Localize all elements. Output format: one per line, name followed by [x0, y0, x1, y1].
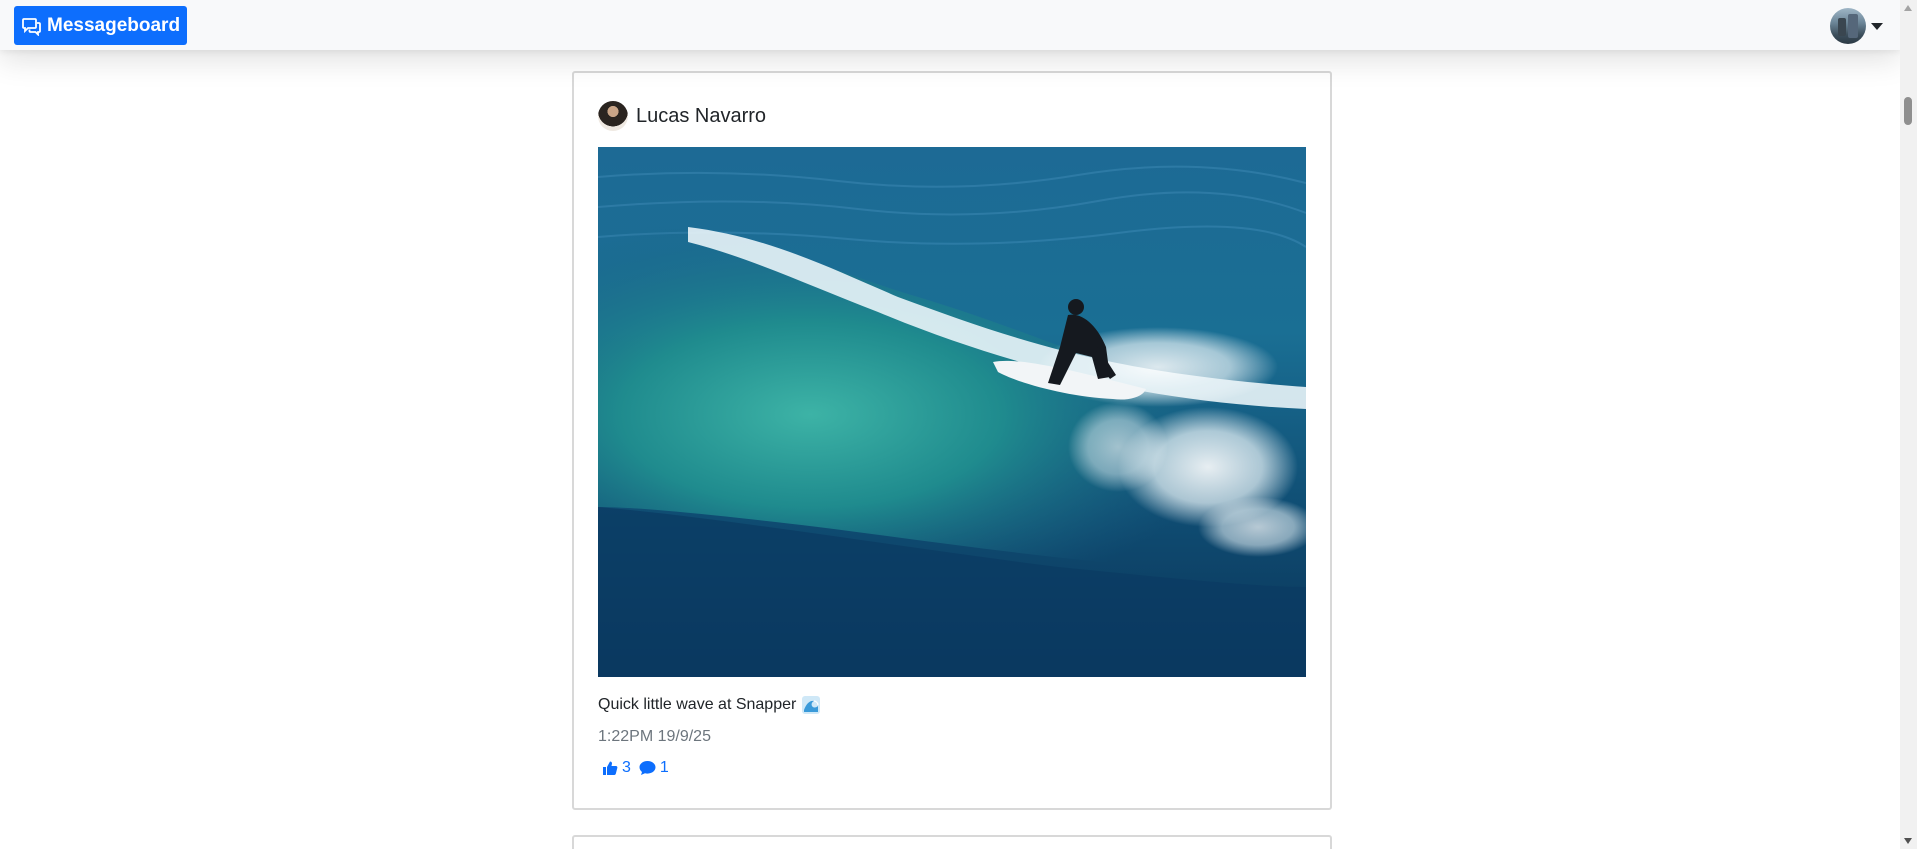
- post-image[interactable]: [598, 147, 1306, 677]
- like-button[interactable]: 3: [602, 759, 631, 777]
- post-card: Lucas Navarro Quick little wave at Snapp…: [572, 71, 1332, 810]
- post-caption: Quick little wave at Snapper: [598, 696, 821, 714]
- comment-bubble-icon: [639, 760, 656, 776]
- brand-home-link[interactable]: Messageboard: [14, 6, 188, 45]
- scroll-up-arrow-icon[interactable]: [1904, 5, 1912, 11]
- user-menu-toggle[interactable]: [1830, 8, 1900, 44]
- scroll-down-arrow-icon[interactable]: [1904, 838, 1912, 844]
- top-navbar: Messageboard: [0, 0, 1900, 50]
- page: Messageboard Lucas Navarro Quick little …: [0, 0, 1900, 849]
- scrollbar-thumb[interactable]: [1904, 97, 1912, 125]
- caption-text: Quick little wave at Snapper: [598, 696, 797, 713]
- author-name[interactable]: Lucas Navarro: [636, 105, 766, 128]
- post-actions: 3 1: [602, 759, 677, 777]
- post-author: Lucas Navarro: [598, 101, 766, 131]
- comment-count: 1: [659, 759, 669, 776]
- water-wave-icon: [802, 696, 821, 714]
- author-avatar[interactable]: [598, 101, 628, 131]
- user-avatar: [1830, 8, 1866, 44]
- thumbs-up-icon: [602, 760, 618, 776]
- like-count: 3: [622, 759, 631, 776]
- caret-down-icon: [1871, 22, 1883, 30]
- comment-button[interactable]: 1: [639, 759, 669, 777]
- chat-bubbles-icon: [22, 16, 42, 36]
- next-post-card: [572, 835, 1332, 849]
- brand-label: Messageboard: [47, 14, 181, 36]
- page-scrollbar[interactable]: [1900, 0, 1917, 849]
- post-timestamp: 1:22PM 19/9/25: [598, 728, 711, 745]
